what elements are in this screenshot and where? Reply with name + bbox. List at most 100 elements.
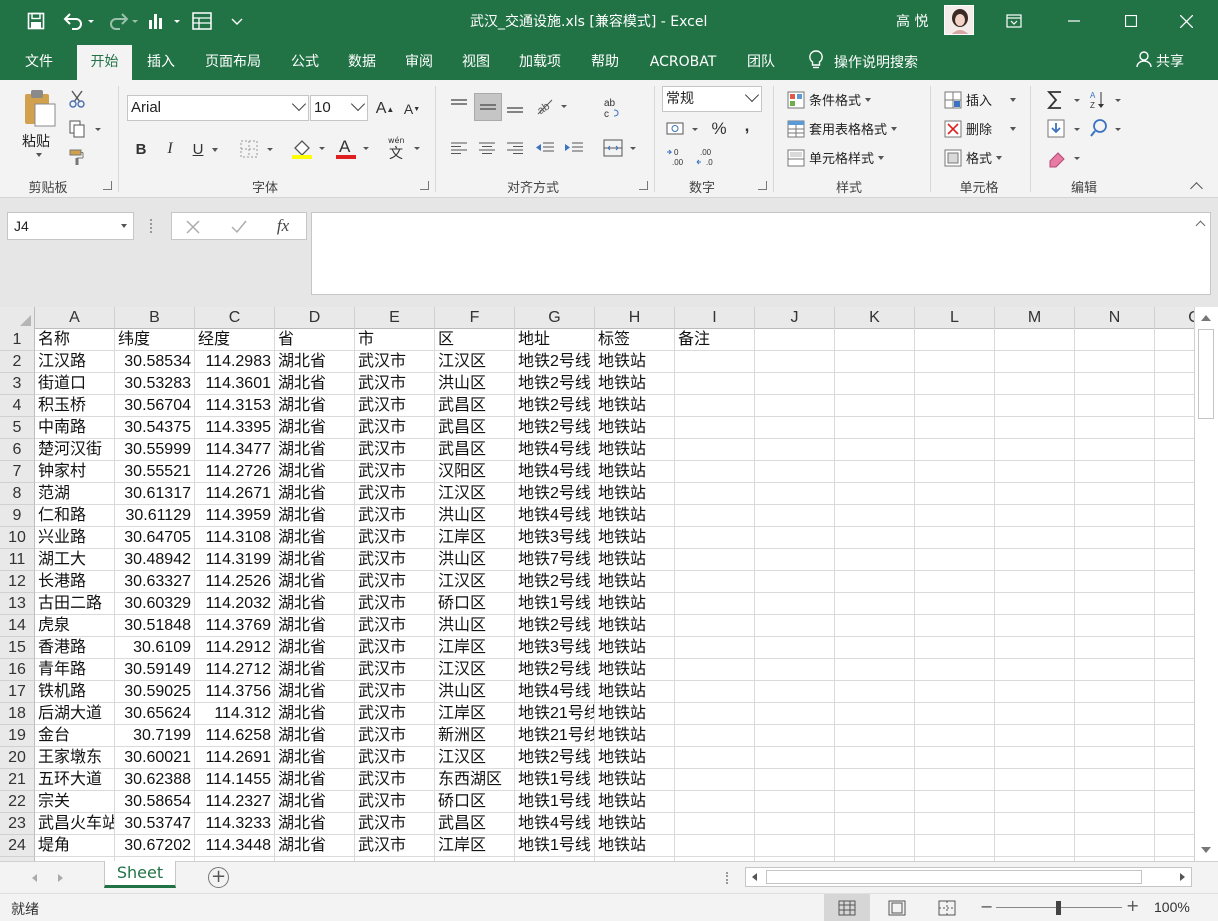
cell-l9[interactable] (915, 505, 995, 527)
cell-n7[interactable] (1075, 461, 1155, 483)
italic-button[interactable]: I (160, 138, 180, 160)
row-header[interactable]: 20 (0, 747, 35, 769)
cell-i20[interactable] (675, 747, 755, 769)
column-header-k[interactable]: K (835, 307, 915, 329)
number-format-select[interactable]: 常规 (662, 86, 762, 112)
cell-j6[interactable] (755, 439, 835, 461)
cell-a9[interactable]: 仁和路 (35, 505, 115, 527)
cell-j9[interactable] (755, 505, 835, 527)
close-icon[interactable] (1163, 6, 1209, 36)
comma-style-button[interactable]: , (738, 114, 756, 138)
cell-m6[interactable] (995, 439, 1075, 461)
zoom-slider-handle[interactable] (1056, 901, 1061, 915)
cell-a14[interactable]: 虎泉 (35, 615, 115, 637)
cell-c13[interactable]: 114.2032 (195, 593, 275, 615)
cell-i6[interactable] (675, 439, 755, 461)
row-header[interactable]: 2 (0, 351, 35, 373)
cell-n17[interactable] (1075, 681, 1155, 703)
cell-j3[interactable] (755, 373, 835, 395)
align-left-icon[interactable] (447, 136, 471, 160)
worksheet-grid[interactable]: ABCDEFGHIJKLMNO 1名称纬度经度省市区地址标签备注2江汉路30.5… (0, 307, 1218, 861)
cell-n19[interactable] (1075, 725, 1155, 747)
cell-e13[interactable]: 武汉市 (355, 593, 435, 615)
cell-g23[interactable]: 地铁4号线 (515, 813, 595, 835)
cell-e10[interactable]: 武汉市 (355, 527, 435, 549)
align-middle-icon[interactable] (474, 93, 502, 121)
cell-i18[interactable] (675, 703, 755, 725)
cell-j21[interactable] (755, 769, 835, 791)
cell-d13[interactable]: 湖北省 (275, 593, 355, 615)
cell-d2[interactable]: 湖北省 (275, 351, 355, 373)
row-header[interactable]: 18 (0, 703, 35, 725)
cell-n14[interactable] (1075, 615, 1155, 637)
cell-l21[interactable] (915, 769, 995, 791)
cell-c7[interactable]: 114.2726 (195, 461, 275, 483)
tab-split-grip[interactable] (726, 872, 729, 884)
cell-n15[interactable] (1075, 637, 1155, 659)
name-box-dropdown-icon[interactable] (121, 224, 127, 228)
cell-f17[interactable]: 洪山区 (435, 681, 515, 703)
cell-i14[interactable] (675, 615, 755, 637)
cell-n11[interactable] (1075, 549, 1155, 571)
cell-h1[interactable]: 标签 (595, 329, 675, 351)
save-icon[interactable] (25, 10, 47, 32)
alignment-launcher-icon[interactable] (639, 181, 648, 190)
cell-k19[interactable] (835, 725, 915, 747)
minimize-icon[interactable] (1051, 6, 1097, 36)
zoom-out-icon[interactable]: − (980, 897, 993, 916)
cell-h20[interactable]: 地铁站 (595, 747, 675, 769)
cell-b9[interactable]: 30.61129 (115, 505, 195, 527)
cut-icon[interactable] (66, 88, 88, 110)
font-color-icon[interactable]: A (332, 135, 374, 161)
cell-g24[interactable]: 地铁1号线 (515, 835, 595, 857)
cell-a20[interactable]: 王家墩东 (35, 747, 115, 769)
cell-h14[interactable]: 地铁站 (595, 615, 675, 637)
cell-f19[interactable]: 新洲区 (435, 725, 515, 747)
cell-m10[interactable] (995, 527, 1075, 549)
borders-icon[interactable] (238, 137, 278, 161)
cell-a24[interactable]: 堤角 (35, 835, 115, 857)
cell-c16[interactable]: 114.2712 (195, 659, 275, 681)
cell-m16[interactable] (995, 659, 1075, 681)
row-header[interactable]: 10 (0, 527, 35, 549)
cell-i3[interactable] (675, 373, 755, 395)
cell-f24[interactable]: 江岸区 (435, 835, 515, 857)
cell-m18[interactable] (995, 703, 1075, 725)
cell-m12[interactable] (995, 571, 1075, 593)
cell-e2[interactable]: 武汉市 (355, 351, 435, 373)
tab-review[interactable]: 审阅 (395, 45, 443, 80)
cell-g20[interactable]: 地铁2号线 (515, 747, 595, 769)
cell-c1[interactable]: 经度 (195, 329, 275, 351)
cell-h16[interactable]: 地铁站 (595, 659, 675, 681)
tab-data[interactable]: 数据 (338, 45, 386, 80)
cell-l22[interactable] (915, 791, 995, 813)
cell-h23[interactable]: 地铁站 (595, 813, 675, 835)
cell-c24[interactable]: 114.3448 (195, 835, 275, 857)
cell-e21[interactable]: 武汉市 (355, 769, 435, 791)
row-header[interactable]: 22 (0, 791, 35, 813)
cell-k21[interactable] (835, 769, 915, 791)
cell-e19[interactable]: 武汉市 (355, 725, 435, 747)
row-header[interactable]: 1 (0, 329, 35, 351)
tab-help[interactable]: 帮助 (581, 45, 629, 80)
cell-h24[interactable]: 地铁站 (595, 835, 675, 857)
bold-button[interactable]: B (131, 138, 151, 160)
fill-icon[interactable] (1045, 117, 1085, 141)
cell-n8[interactable] (1075, 483, 1155, 505)
cell-h9[interactable]: 地铁站 (595, 505, 675, 527)
cell-a2[interactable]: 江汉路 (35, 351, 115, 373)
cell-e17[interactable]: 武汉市 (355, 681, 435, 703)
cell-h3[interactable]: 地铁站 (595, 373, 675, 395)
cell-a13[interactable]: 古田二路 (35, 593, 115, 615)
cell-a12[interactable]: 长港路 (35, 571, 115, 593)
cell-n12[interactable] (1075, 571, 1155, 593)
cell-j22[interactable] (755, 791, 835, 813)
cell-l11[interactable] (915, 549, 995, 571)
cell-k8[interactable] (835, 483, 915, 505)
cell-h13[interactable]: 地铁站 (595, 593, 675, 615)
cell-c22[interactable]: 114.2327 (195, 791, 275, 813)
cell-i22[interactable] (675, 791, 755, 813)
tab-addins[interactable]: 加载项 (510, 45, 570, 80)
cell-d24[interactable]: 湖北省 (275, 835, 355, 857)
name-box[interactable]: J4 (7, 212, 134, 240)
